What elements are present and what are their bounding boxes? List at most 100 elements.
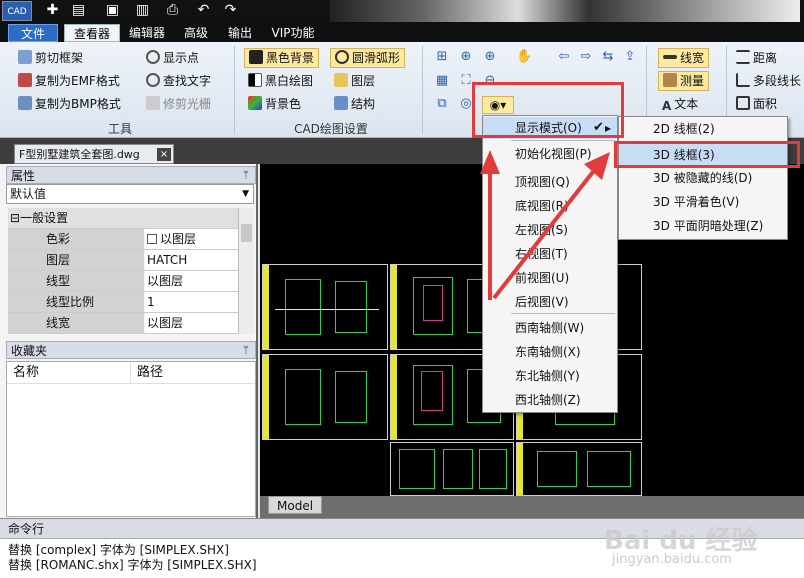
zoom-window-icon[interactable]: ⊞ [434, 49, 450, 65]
display-mode-option[interactable]: 2D 线框(2) [619, 118, 787, 140]
favorites-col-name[interactable]: 名称 [7, 362, 131, 384]
export-icon[interactable]: ⇪ [622, 49, 638, 65]
bw-icon [248, 73, 262, 87]
undo-icon[interactable]: ↶ [195, 2, 212, 19]
section-row[interactable]: ⊟一般设置 [8, 208, 244, 229]
zoom-icon[interactable]: ⊕ [458, 49, 474, 65]
polyline-length-label: 多段线长 [753, 74, 802, 88]
display-mode-option-label: 3D 平面阴暗处理(Z) [653, 219, 764, 233]
scissors-icon [18, 50, 32, 64]
property-key: 色彩 [8, 229, 144, 249]
properties-dropdown[interactable]: 默认值 ▼ [6, 184, 254, 204]
copy-emf-button[interactable]: 复制为EMF格式 [18, 71, 120, 91]
print-icon[interactable]: ⎙ [164, 2, 181, 19]
group-cad-settings-label: CAD绘图设置 [294, 122, 368, 136]
pan-hand-icon[interactable]: ✋ [516, 49, 532, 65]
zoom-in-icon[interactable]: ⊕ [482, 49, 498, 65]
layers-icon [334, 73, 348, 87]
property-key: 线宽 [8, 313, 144, 333]
title-bar: CAD ✚ ▤ ▣ ▥ ⎙ ↶ ↷ [0, 0, 804, 22]
view-icon[interactable]: ⧉ [434, 96, 450, 112]
collapse-icon[interactable]: ⊟ [10, 211, 20, 225]
text-button[interactable]: A 文本 [662, 94, 698, 114]
black-bg-icon [249, 50, 263, 64]
distance-button[interactable]: 距离 [736, 48, 777, 68]
tab-advanced[interactable]: 高级 [176, 24, 216, 42]
model-tab[interactable]: Model [268, 496, 323, 514]
show-points-button[interactable]: 显示点 [146, 48, 199, 68]
find-text-button[interactable]: 查找文字 [146, 71, 211, 91]
line-width-button[interactable]: 线宽 [658, 48, 710, 68]
arrow-right-icon[interactable]: ⇨ [578, 49, 594, 65]
display-menu-item-label: 东南轴侧(X) [515, 345, 581, 359]
structure-label: 结构 [351, 97, 376, 111]
cut-frame-button[interactable]: 剪切框架 [18, 48, 83, 68]
property-value[interactable]: 以图层 [145, 271, 244, 291]
polyline-length-button[interactable]: 多段线长 [736, 71, 801, 91]
annotation-box [614, 141, 800, 168]
section-label: 一般设置 [20, 211, 69, 225]
area-button[interactable]: 面积 [736, 94, 777, 114]
black-background-button[interactable]: 黑色背景 [244, 48, 320, 68]
save-icon[interactable]: ▣ [104, 2, 121, 19]
display-menu-item-label: 西南轴侧(W) [515, 321, 585, 335]
distance-icon [736, 50, 750, 64]
open-icon[interactable]: ▤ [70, 2, 87, 19]
trim-raster-button[interactable]: 修剪光栅 [146, 94, 211, 114]
group-tools-label: 工具 [107, 122, 132, 136]
color-swatch [147, 234, 157, 244]
display-mode-option[interactable]: 3D 被隐藏的线(D) [619, 167, 787, 189]
property-row[interactable]: 线型 以图层 [8, 271, 244, 292]
tab-output[interactable]: 输出 [222, 24, 258, 42]
properties-scrollbar[interactable] [238, 208, 254, 334]
pin-icon[interactable]: ᛘ [243, 167, 249, 185]
favorites-col-path[interactable]: 路径 [131, 362, 255, 384]
display-mode-option[interactable]: 3D 平滑着色(V) [619, 191, 787, 213]
layers-button[interactable]: 图层 [334, 71, 375, 91]
property-value-text: 以图层 [160, 232, 197, 246]
save-as-icon[interactable]: ▥ [134, 2, 151, 19]
property-value[interactable]: 1 [145, 292, 244, 312]
fit-icon[interactable]: ▦ [434, 73, 450, 89]
display-mode-option[interactable]: 3D 平面阴暗处理(Z) [619, 215, 787, 237]
sync-icon[interactable]: ⇆ [600, 49, 616, 65]
tab-editor[interactable]: 编辑器 [124, 24, 170, 42]
document-tab[interactable]: F型别墅建筑全套图.dwg × [14, 144, 174, 164]
smooth-arc-button[interactable]: 圆滑弧形 [330, 48, 406, 68]
close-icon[interactable]: × [157, 148, 171, 161]
bw-drawing-button[interactable]: 黑白绘图 [248, 71, 313, 91]
property-row[interactable]: 色彩 以图层 [8, 229, 244, 250]
display-menu-item-label: 西北轴侧(Z) [515, 393, 581, 407]
property-row[interactable]: 图层 HATCH [8, 250, 244, 271]
favorites-title: 收藏夹 [11, 344, 48, 358]
property-value[interactable]: 以图层 [145, 229, 244, 249]
display-menu-item[interactable]: 西北轴侧(Z) [483, 389, 617, 411]
measure-button[interactable]: 测量 [658, 71, 710, 91]
tab-vip[interactable]: VIP功能 [264, 24, 322, 42]
scroll-thumb[interactable] [241, 224, 252, 242]
property-key: 图层 [8, 250, 144, 270]
display-menu-item[interactable]: 东南轴侧(X) [483, 341, 617, 363]
tab-viewer[interactable]: 查看器 [64, 24, 120, 42]
chevron-down-icon: ▼ [242, 189, 249, 199]
tab-file[interactable]: 文件 [8, 24, 58, 42]
property-row[interactable]: 线宽 以图层 [8, 313, 244, 334]
new-file-icon[interactable]: ✚ [44, 2, 61, 19]
property-value[interactable]: 以图层 [145, 313, 244, 333]
redo-icon[interactable]: ↷ [222, 2, 239, 19]
area-icon [736, 96, 750, 110]
title-bar-background [330, 0, 800, 22]
background-color-button[interactable]: 背景色 [248, 94, 301, 114]
property-row[interactable]: 线型比例 1 [8, 292, 244, 313]
text-label: 文本 [674, 97, 699, 111]
arrow-left-icon[interactable]: ⇦ [556, 49, 572, 65]
copy-emf-label: 复制为EMF格式 [35, 74, 120, 88]
display-menu-item[interactable]: 东北轴侧(Y) [483, 365, 617, 387]
display-menu-item[interactable]: 西南轴侧(W) [483, 317, 617, 339]
copy-bmp-button[interactable]: 复制为BMP格式 [18, 94, 121, 114]
property-value[interactable]: HATCH [145, 250, 244, 270]
display-menu-item-label: 东北轴侧(Y) [515, 369, 580, 383]
structure-button[interactable]: 结构 [334, 94, 375, 114]
pin-icon[interactable]: ᛘ [243, 342, 249, 360]
properties-header: 属性 ᛘ [6, 166, 256, 184]
